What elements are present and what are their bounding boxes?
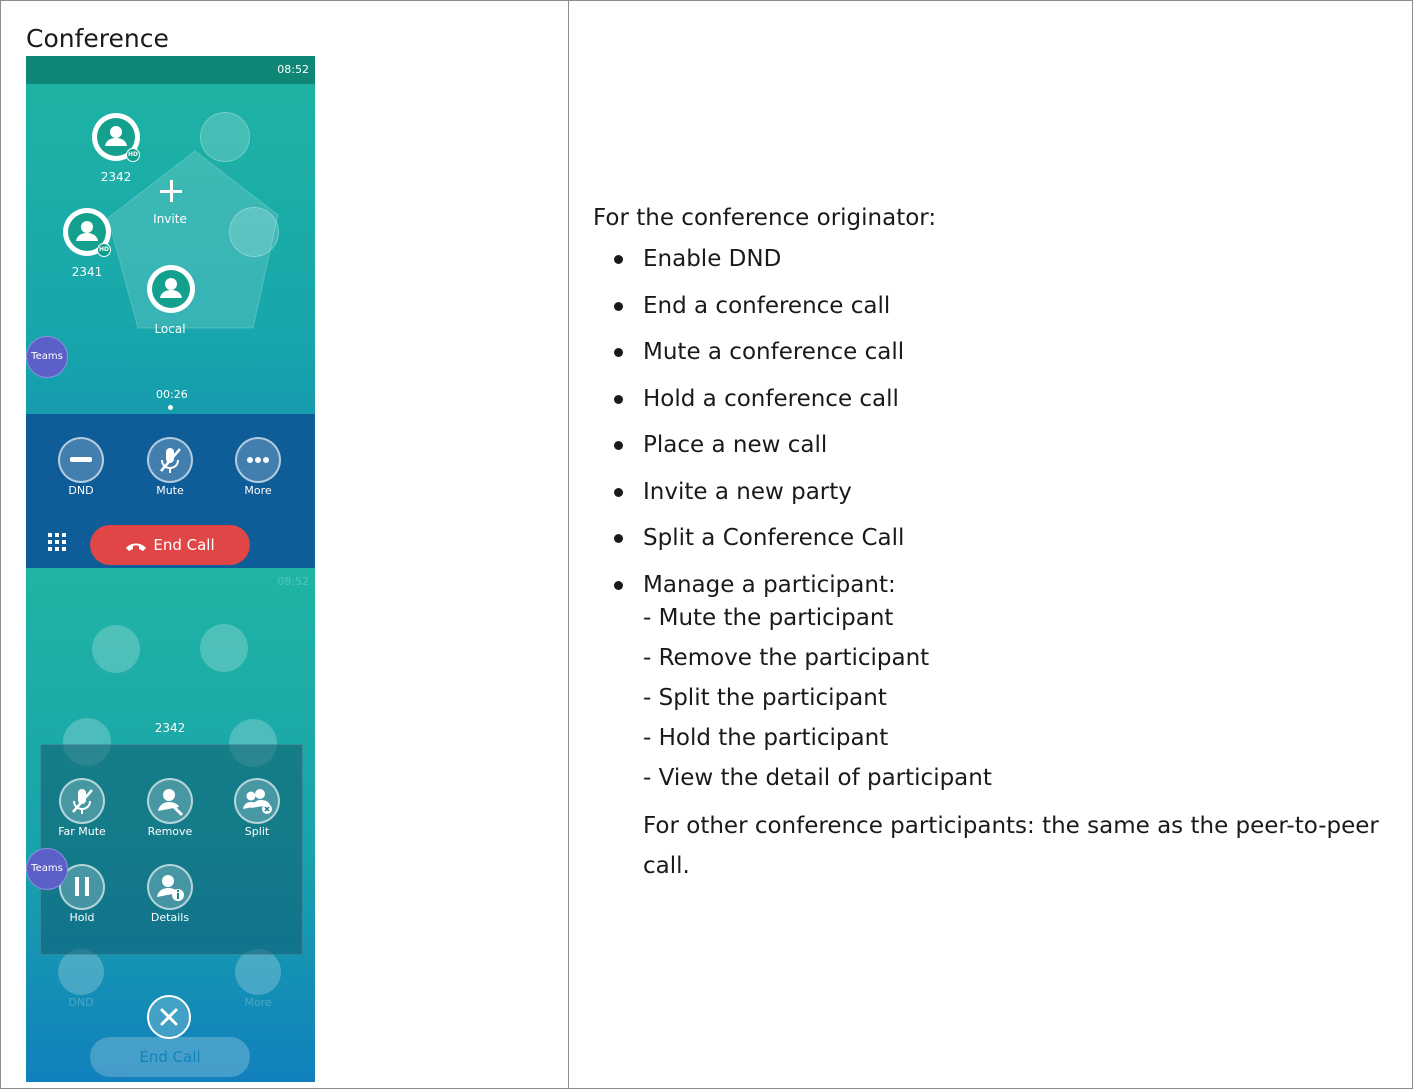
list-item: Hold a conference call (593, 385, 1393, 432)
participant-avatar[interactable]: HD (92, 113, 140, 162)
other-participants-note: For other conference participants: the s… (643, 813, 1379, 879)
list-item: Split a Conference Call (593, 524, 1393, 571)
participant-menu: Far Mute Remove Split Hold Details (40, 744, 303, 955)
keypad-icon[interactable] (47, 532, 67, 552)
list-item-text: Place a new call (643, 432, 828, 458)
section-title: Conference (26, 24, 169, 53)
bullet-icon (614, 394, 623, 404)
split-label: Split (244, 825, 270, 838)
minus-icon (70, 457, 92, 462)
split-users-icon (243, 789, 272, 814)
list-item-text: Split a Conference Call (643, 525, 905, 551)
conference-screen: 08:52 HD 2342 Invite HD 2341 Local Teams… (26, 56, 315, 568)
call-controls: DND Mute More End Call (26, 414, 315, 568)
mic-muted-icon (72, 789, 93, 814)
remove-button[interactable] (147, 778, 193, 824)
sub-item: - Hold the participant (643, 725, 889, 751)
list-item-text: Invite a new party (643, 478, 852, 505)
mute-label: Mute (156, 484, 184, 497)
bullet-icon (614, 534, 623, 543)
far-mute-button[interactable] (59, 778, 105, 824)
participant-name: 2342 (100, 170, 132, 184)
bullet-icon (614, 348, 623, 357)
intro-text: For the conference originator: (593, 205, 937, 231)
bullet-icon (614, 580, 623, 590)
call-timer: 00:26 (156, 388, 188, 401)
faded-avatar (92, 625, 140, 673)
faded-slot (200, 624, 248, 672)
sub-item: - Mute the participant (643, 605, 894, 631)
participant-menu-screen: 08:52 DND More End Call 2342 Far Mute Re… (26, 568, 315, 1082)
participant-avatar[interactable] (147, 265, 195, 313)
empty-slot[interactable] (229, 207, 279, 257)
remove-user-icon (158, 789, 184, 817)
hd-badge: HD (97, 243, 111, 257)
close-menu-button[interactable] (147, 995, 191, 1039)
details-label: Details (150, 911, 190, 924)
list-item-text: Mute a conference call (643, 339, 905, 365)
participant-name: 2341 (71, 265, 103, 279)
status-time: 08:52 (277, 63, 309, 76)
more-label: More (244, 484, 272, 497)
person-icon (152, 270, 190, 308)
end-call-button[interactable]: End Call (90, 525, 250, 565)
faded-dnd-label: DND (68, 996, 94, 1009)
list-item: Enable DND (593, 245, 1393, 292)
bullet-icon (614, 255, 623, 264)
teams-button[interactable]: Teams (26, 336, 68, 378)
list-item: Mute a conference call (593, 338, 1393, 385)
more-button[interactable] (235, 437, 281, 483)
feature-list: Enable DND End a conference call Mute a … (593, 245, 1393, 617)
empty-slot[interactable] (200, 112, 250, 162)
far-mute-label: Far Mute (58, 825, 106, 838)
mic-muted-icon (160, 448, 181, 473)
selected-participant-name: 2342 (154, 721, 186, 735)
faded-dnd-button (58, 949, 104, 995)
hd-badge: HD (126, 148, 140, 162)
end-call-label: End Call (153, 536, 215, 554)
hold-label: Hold (69, 911, 95, 924)
remove-label: Remove (147, 825, 193, 838)
list-item-text: Enable DND (643, 246, 782, 272)
bullet-icon (614, 487, 623, 497)
list-item: Invite a new party (593, 478, 1393, 525)
list-item: Place a new call (593, 431, 1393, 478)
list-item-text: End a conference call (643, 292, 891, 319)
bullet-icon (614, 441, 623, 450)
list-item: End a conference call (593, 292, 1393, 339)
invite-plus-icon[interactable] (160, 180, 182, 202)
dnd-button[interactable] (58, 437, 104, 483)
participant-name: Local (154, 322, 186, 336)
ellipsis-icon (247, 457, 269, 463)
page-indicator (168, 405, 173, 410)
sub-item: - Split the participant (643, 685, 887, 711)
list-item-text: Manage a participant: (643, 571, 896, 598)
faded-more-button (235, 949, 281, 995)
list-item-text: Hold a conference call (643, 385, 899, 412)
teams-button[interactable]: Teams (26, 848, 68, 890)
status-bar: 08:52 (26, 56, 315, 84)
hang-up-icon (126, 543, 147, 551)
sub-item: - View the detail of participant (643, 765, 992, 791)
feature-description: For the conference originator: Enable DN… (593, 205, 1393, 617)
participant-actions-list: - Mute the participant - Remove the part… (643, 603, 992, 803)
close-icon (160, 1008, 178, 1026)
mute-button[interactable] (147, 437, 193, 483)
faded-status-time: 08:52 (277, 575, 309, 588)
user-info-icon (157, 875, 184, 901)
dnd-label: DND (68, 484, 94, 497)
bullet-icon (614, 301, 623, 311)
details-button[interactable] (147, 864, 193, 910)
column-divider (568, 0, 569, 1089)
invite-label[interactable]: Invite (130, 212, 210, 226)
participant-avatar[interactable]: HD (63, 208, 111, 257)
faded-end-call: End Call (90, 1037, 250, 1077)
split-button[interactable] (234, 778, 280, 824)
sub-item: - Remove the participant (643, 645, 930, 671)
faded-more-label: More (244, 996, 272, 1009)
